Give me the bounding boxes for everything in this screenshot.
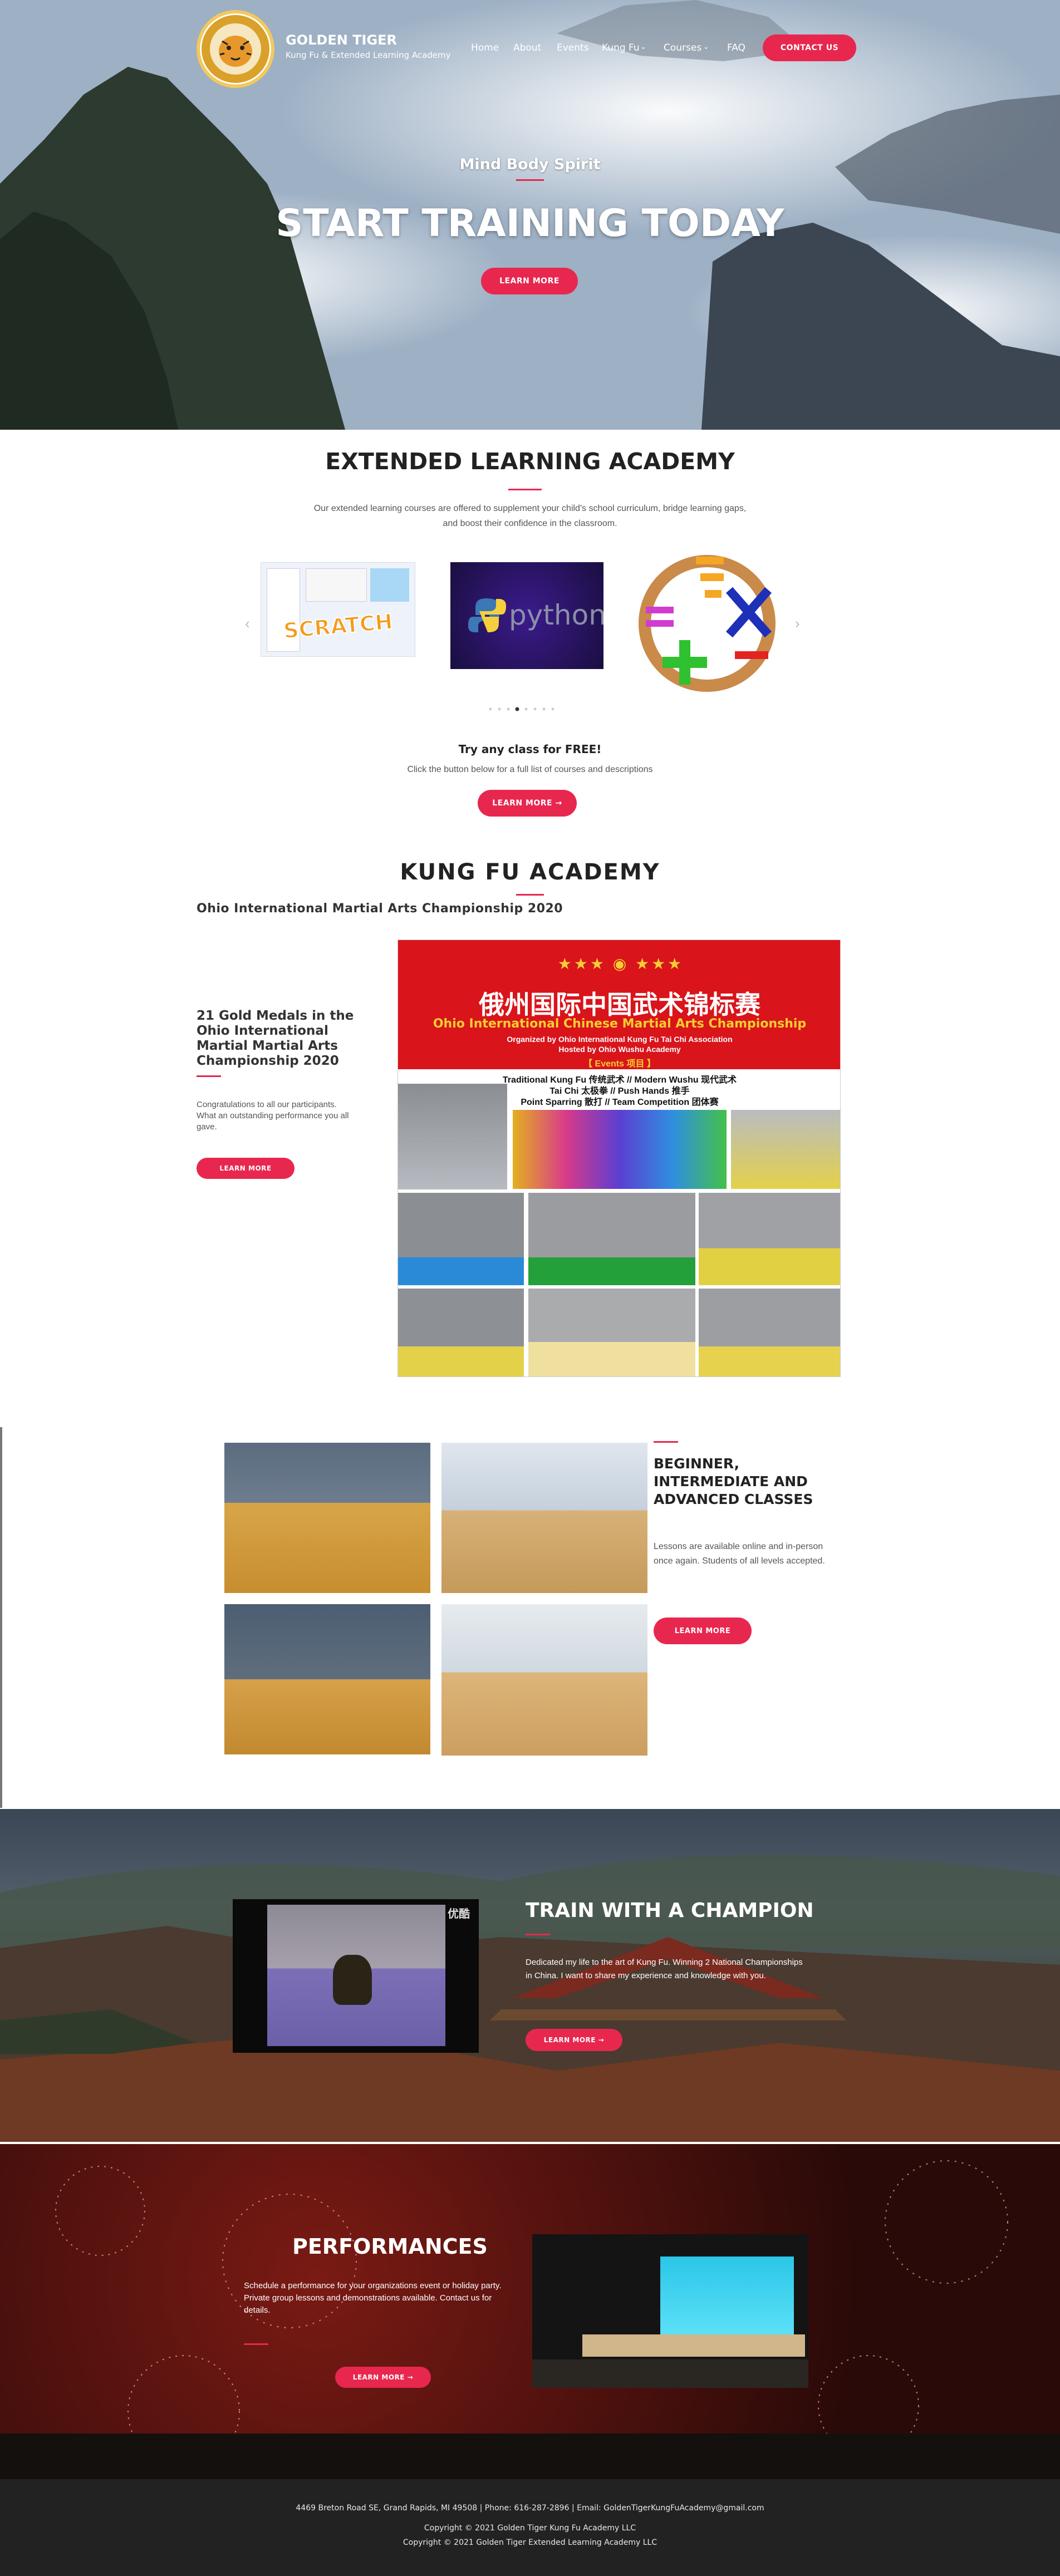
- poster-org1: Organized by Ohio International Kung Fu …: [507, 1035, 733, 1044]
- performance-photo[interactable]: [532, 2234, 808, 2388]
- performances-learn-more-button[interactable]: LEARN MORE →: [335, 2367, 431, 2388]
- medals-divider: [197, 1075, 221, 1077]
- kungfu-divider: [516, 894, 544, 896]
- class-photo-4[interactable]: [441, 1604, 647, 1756]
- performances-section: PERFORMANCES Schedule a performance for …: [0, 2144, 1060, 2479]
- classes-learn-more-button[interactable]: LEARN MORE: [654, 1618, 752, 1644]
- python-slide[interactable]: python: [450, 562, 603, 669]
- performances-divider: [244, 2343, 268, 2345]
- fireworks-background: [0, 2160, 1060, 2479]
- medals-card-text: Congratulations to all our participants.…: [197, 1100, 349, 1132]
- hero-learn-more-button[interactable]: LEARN MORE: [481, 268, 578, 294]
- math-slide[interactable]: [635, 551, 785, 701]
- poster-photo: [699, 1193, 840, 1285]
- courses-learn-more-button[interactable]: LEARN MORE →: [478, 790, 577, 817]
- champion-learn-more-button[interactable]: LEARN MORE →: [526, 2029, 622, 2051]
- nav-courses[interactable]: Courses: [664, 42, 701, 53]
- class-photo-1[interactable]: [224, 1443, 430, 1593]
- hero-title: START TRAINING TODAY: [276, 201, 784, 245]
- footer: 4469 Breton Road SE, Grand Rapids, MI 49…: [0, 2479, 1060, 2576]
- brand-tagline: Kung Fu & Extended Learning Academy: [286, 50, 451, 60]
- class-photo-2[interactable]: [441, 1443, 647, 1593]
- champion-video[interactable]: 优酷: [233, 1899, 479, 2053]
- class-photo-3[interactable]: [224, 1604, 430, 1754]
- python-wordmark: python: [509, 599, 603, 631]
- tiger-icon: [210, 23, 261, 75]
- scratch-slide[interactable]: SCRATCH: [261, 562, 415, 657]
- poster-photo: [528, 1289, 695, 1377]
- classes-divider: [654, 1441, 678, 1443]
- champion-divider: [526, 1934, 550, 1935]
- classes-title: BEGINNER, INTERMEDIATE AND ADVANCED CLAS…: [654, 1456, 813, 1507]
- extended-title: EXTENDED LEARNING ACADEMY: [325, 448, 735, 475]
- brand-name: GOLDEN TIGER: [286, 32, 398, 48]
- poster-photo: [398, 1289, 524, 1377]
- hero-subtitle: Mind Body Spirit: [459, 156, 601, 173]
- nav-events[interactable]: Events: [557, 42, 589, 53]
- champion-text: Dedicated my life to the art of Kung Fu.…: [526, 1958, 803, 1980]
- chevron-down-icon: ⌄: [703, 42, 709, 51]
- poster-photo: [699, 1289, 840, 1377]
- python-logo-icon: [468, 598, 506, 632]
- classes-text: Lessons are available online and in-pers…: [654, 1542, 825, 1566]
- extended-text-2: and boost their confidence in the classr…: [443, 519, 617, 528]
- nav-home[interactable]: Home: [471, 42, 499, 53]
- performances-text: Schedule a performance for your organiza…: [244, 2281, 502, 2315]
- hero-section: GOLDEN TIGER Kung Fu & Extended Learning…: [0, 0, 1060, 430]
- extended-divider: [508, 489, 542, 490]
- poster-photo: [528, 1193, 695, 1285]
- chevron-right-icon[interactable]: ›: [795, 615, 800, 632]
- hero-divider: [516, 179, 544, 181]
- carousel: ‹ SCRATCH python ›: [245, 551, 815, 718]
- video-watermark: 优酷: [448, 1908, 470, 1920]
- nav-about[interactable]: About: [513, 42, 541, 53]
- poster-photo: [731, 1110, 840, 1189]
- chevron-left-icon[interactable]: ‹: [245, 615, 250, 632]
- try-free-title: Try any class for FREE!: [458, 743, 602, 756]
- poster-photo: [398, 1084, 507, 1189]
- nav-kungfu[interactable]: Kung Fu: [602, 42, 640, 53]
- section-edge-line: [0, 1427, 2, 1808]
- champion-title: TRAIN WITH A CHAMPION: [526, 1899, 814, 1922]
- poster-photo: [513, 1110, 727, 1189]
- footer-copyright-2: Copyright © 2021 Golden Tiger Extended L…: [403, 2538, 657, 2547]
- try-free-text: Click the button below for a full list o…: [407, 765, 653, 774]
- performances-title: PERFORMANCES: [292, 2234, 488, 2259]
- poster-title-en: Ohio International Chinese Martial Arts …: [433, 1017, 807, 1031]
- math-symbols-icon: [639, 555, 776, 692]
- stars-icon: ★★★ ◉ ★★★: [557, 955, 684, 972]
- poster-photo: [398, 1193, 524, 1285]
- championship-poster[interactable]: ★★★ ◉ ★★★ 俄州国际中国武术锦标赛 Ohio International…: [398, 940, 841, 1377]
- kungfu-subtitle: Ohio International Martial Arts Champion…: [197, 902, 563, 916]
- poster-org2: Hosted by Ohio Wushu Academy: [558, 1045, 681, 1054]
- poster-events: 【 Events 项目 】: [583, 1059, 656, 1069]
- footer-address: 4469 Breton Road SE, Grand Rapids, MI 49…: [296, 2504, 764, 2513]
- nav-faq[interactable]: FAQ: [727, 42, 745, 53]
- footer-copyright-1: Copyright © 2021 Golden Tiger Kung Fu Ac…: [424, 2524, 636, 2533]
- medals-learn-more-button[interactable]: LEARN MORE: [197, 1158, 295, 1179]
- carousel-dots: [488, 705, 577, 711]
- contact-us-button[interactable]: CONTACT US: [763, 35, 856, 61]
- kungfu-title: KUNG FU ACADEMY: [400, 859, 660, 885]
- champion-section: 优酷 TRAIN WITH A CHAMPION Dedicated my li…: [0, 1809, 1060, 2142]
- chevron-down-icon: ⌄: [640, 42, 646, 51]
- logo[interactable]: [197, 10, 274, 88]
- extended-text-1: Our extended learning courses are offere…: [313, 504, 747, 513]
- medals-card-title: 21 Gold Medals in the Ohio International…: [197, 1009, 354, 1068]
- poster-title-cn: 俄州国际中国武术锦标赛: [479, 990, 760, 1020]
